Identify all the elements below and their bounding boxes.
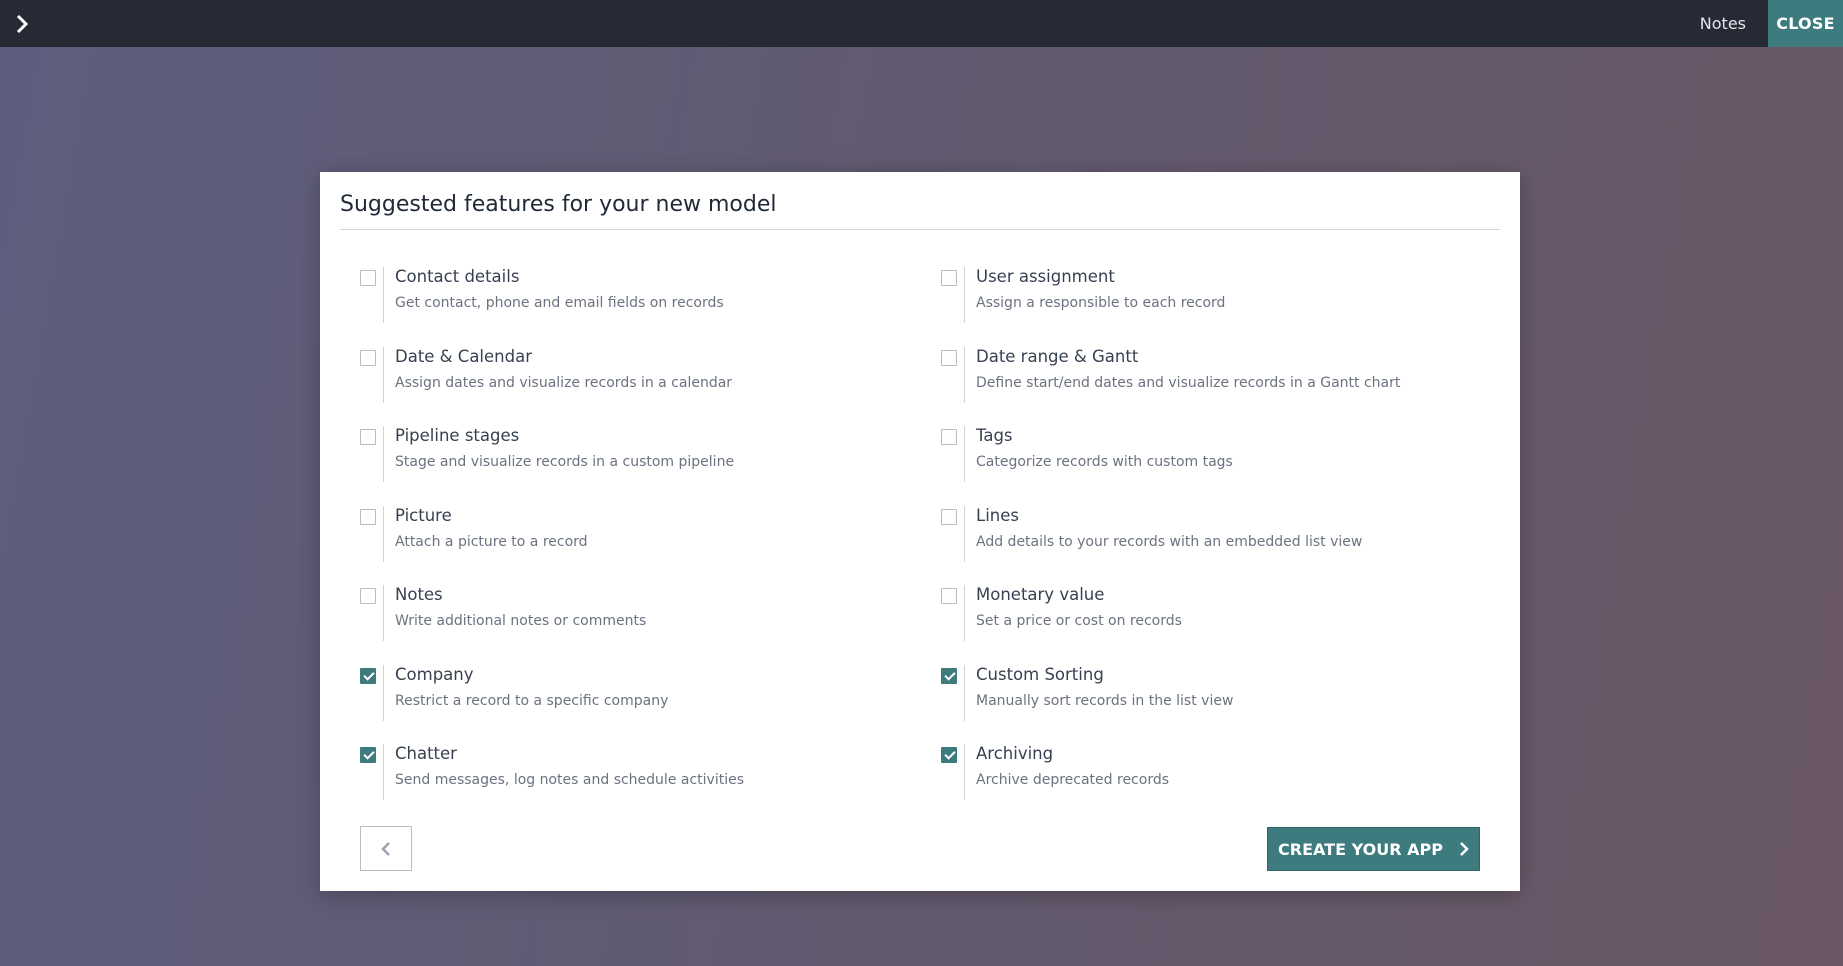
feature-option[interactable]: Chatter Send messages, log notes and sche… bbox=[360, 744, 880, 800]
feature-option[interactable]: Lines Add details to your records with an… bbox=[941, 506, 1461, 562]
feature-separator bbox=[383, 506, 384, 562]
feature-title: Picture bbox=[395, 506, 452, 525]
feature-description: Archive deprecated records bbox=[976, 772, 1170, 788]
feature-option[interactable]: User assignment Assign a responsible to e… bbox=[941, 267, 1461, 323]
feature-option[interactable]: Monetary value Set a price or cost on rec… bbox=[941, 585, 1461, 641]
feature-title: Chatter bbox=[395, 744, 457, 763]
dialog-title: Suggested features for your new model bbox=[340, 192, 777, 217]
feature-description: Set a price or cost on records bbox=[976, 613, 1182, 629]
chevron-right-icon bbox=[1460, 842, 1469, 856]
feature-option[interactable]: Pipeline stages Stage and visualize recor… bbox=[360, 426, 880, 482]
feature-separator bbox=[964, 585, 965, 641]
feature-checkbox[interactable] bbox=[360, 270, 376, 286]
feature-separator bbox=[383, 585, 384, 641]
chevron-left-icon bbox=[381, 841, 390, 856]
feature-option[interactable]: Custom Sorting Manually sort records in t… bbox=[941, 665, 1461, 721]
feature-title: Archiving bbox=[976, 744, 1054, 763]
feature-separator bbox=[383, 665, 384, 721]
feature-option[interactable]: Date & Calendar Assign dates and visualiz… bbox=[360, 347, 880, 403]
feature-description: Assign dates and visualize records in a … bbox=[395, 375, 733, 391]
toggle-sidebar-button[interactable] bbox=[0, 0, 44, 47]
feature-description: Assign a responsible to each record bbox=[976, 295, 1226, 311]
feature-checkbox[interactable] bbox=[360, 509, 376, 525]
feature-title: Contact details bbox=[395, 267, 520, 286]
feature-description: Send messages, log notes and schedule ac… bbox=[395, 772, 744, 788]
feature-separator bbox=[383, 347, 384, 403]
chevron-right-icon bbox=[16, 14, 29, 33]
feature-option[interactable]: Company Restrict a record to a specific c… bbox=[360, 665, 880, 721]
close-button[interactable]: CLOSE bbox=[1768, 0, 1843, 47]
feature-option[interactable]: Archiving Archive deprecated records bbox=[941, 744, 1461, 800]
feature-checkbox[interactable] bbox=[360, 588, 376, 604]
feature-checkbox[interactable] bbox=[941, 509, 957, 525]
feature-separator bbox=[383, 744, 384, 800]
feature-option[interactable]: Contact details Get contact, phone and em… bbox=[360, 267, 880, 323]
feature-description: Attach a picture to a record bbox=[395, 534, 588, 550]
feature-option[interactable]: Tags Categorize records with custom tags bbox=[941, 426, 1461, 482]
features-dialog: Suggested features for your new model Co… bbox=[320, 172, 1520, 891]
feature-description: Restrict a record to a specific company bbox=[395, 693, 669, 709]
feature-option[interactable]: Date range & Gantt Define start/end dates… bbox=[941, 347, 1461, 403]
feature-checkbox[interactable] bbox=[941, 747, 957, 763]
feature-title: Date & Calendar bbox=[395, 347, 532, 366]
feature-title: Monetary value bbox=[976, 585, 1105, 604]
feature-checkbox[interactable] bbox=[941, 588, 957, 604]
feature-description: Stage and visualize records in a custom … bbox=[395, 454, 735, 470]
feature-title: User assignment bbox=[976, 267, 1115, 286]
notes-link[interactable]: Notes bbox=[1678, 0, 1768, 47]
feature-separator bbox=[964, 744, 965, 800]
feature-checkbox[interactable] bbox=[941, 350, 957, 366]
feature-checkbox[interactable] bbox=[941, 270, 957, 286]
feature-description: Get contact, phone and email fields on r… bbox=[395, 295, 724, 311]
feature-title: Custom Sorting bbox=[976, 665, 1104, 684]
feature-title: Notes bbox=[395, 585, 443, 604]
feature-checkbox[interactable] bbox=[360, 350, 376, 366]
feature-separator bbox=[964, 426, 965, 482]
feature-separator bbox=[964, 665, 965, 721]
feature-description: Write additional notes or comments bbox=[395, 613, 647, 629]
feature-title: Pipeline stages bbox=[395, 426, 520, 445]
feature-title: Date range & Gantt bbox=[976, 347, 1139, 366]
top-bar: Notes CLOSE bbox=[0, 0, 1843, 47]
feature-option[interactable]: Picture Attach a picture to a record bbox=[360, 506, 880, 562]
create-your-app-label: CREATE YOUR APP bbox=[1278, 839, 1443, 859]
feature-checkbox[interactable] bbox=[941, 668, 957, 684]
feature-separator bbox=[383, 426, 384, 482]
feature-checkbox[interactable] bbox=[360, 429, 376, 445]
title-divider bbox=[340, 229, 1500, 230]
feature-description: Add details to your records with an embe… bbox=[976, 534, 1363, 550]
feature-separator bbox=[383, 267, 384, 323]
feature-title: Lines bbox=[976, 506, 1019, 525]
feature-description: Define start/end dates and visualize rec… bbox=[976, 375, 1401, 391]
create-your-app-button[interactable]: CREATE YOUR APP bbox=[1267, 827, 1480, 871]
feature-option[interactable]: Notes Write additional notes or comments bbox=[360, 585, 880, 641]
feature-separator bbox=[964, 347, 965, 403]
feature-checkbox[interactable] bbox=[360, 747, 376, 763]
feature-separator bbox=[964, 506, 965, 562]
feature-description: Manually sort records in the list view bbox=[976, 693, 1234, 709]
feature-title: Tags bbox=[976, 426, 1013, 445]
feature-description: Categorize records with custom tags bbox=[976, 454, 1233, 470]
back-button[interactable] bbox=[360, 826, 412, 871]
feature-separator bbox=[964, 267, 965, 323]
feature-title: Company bbox=[395, 665, 474, 684]
feature-checkbox[interactable] bbox=[941, 429, 957, 445]
feature-checkbox[interactable] bbox=[360, 668, 376, 684]
